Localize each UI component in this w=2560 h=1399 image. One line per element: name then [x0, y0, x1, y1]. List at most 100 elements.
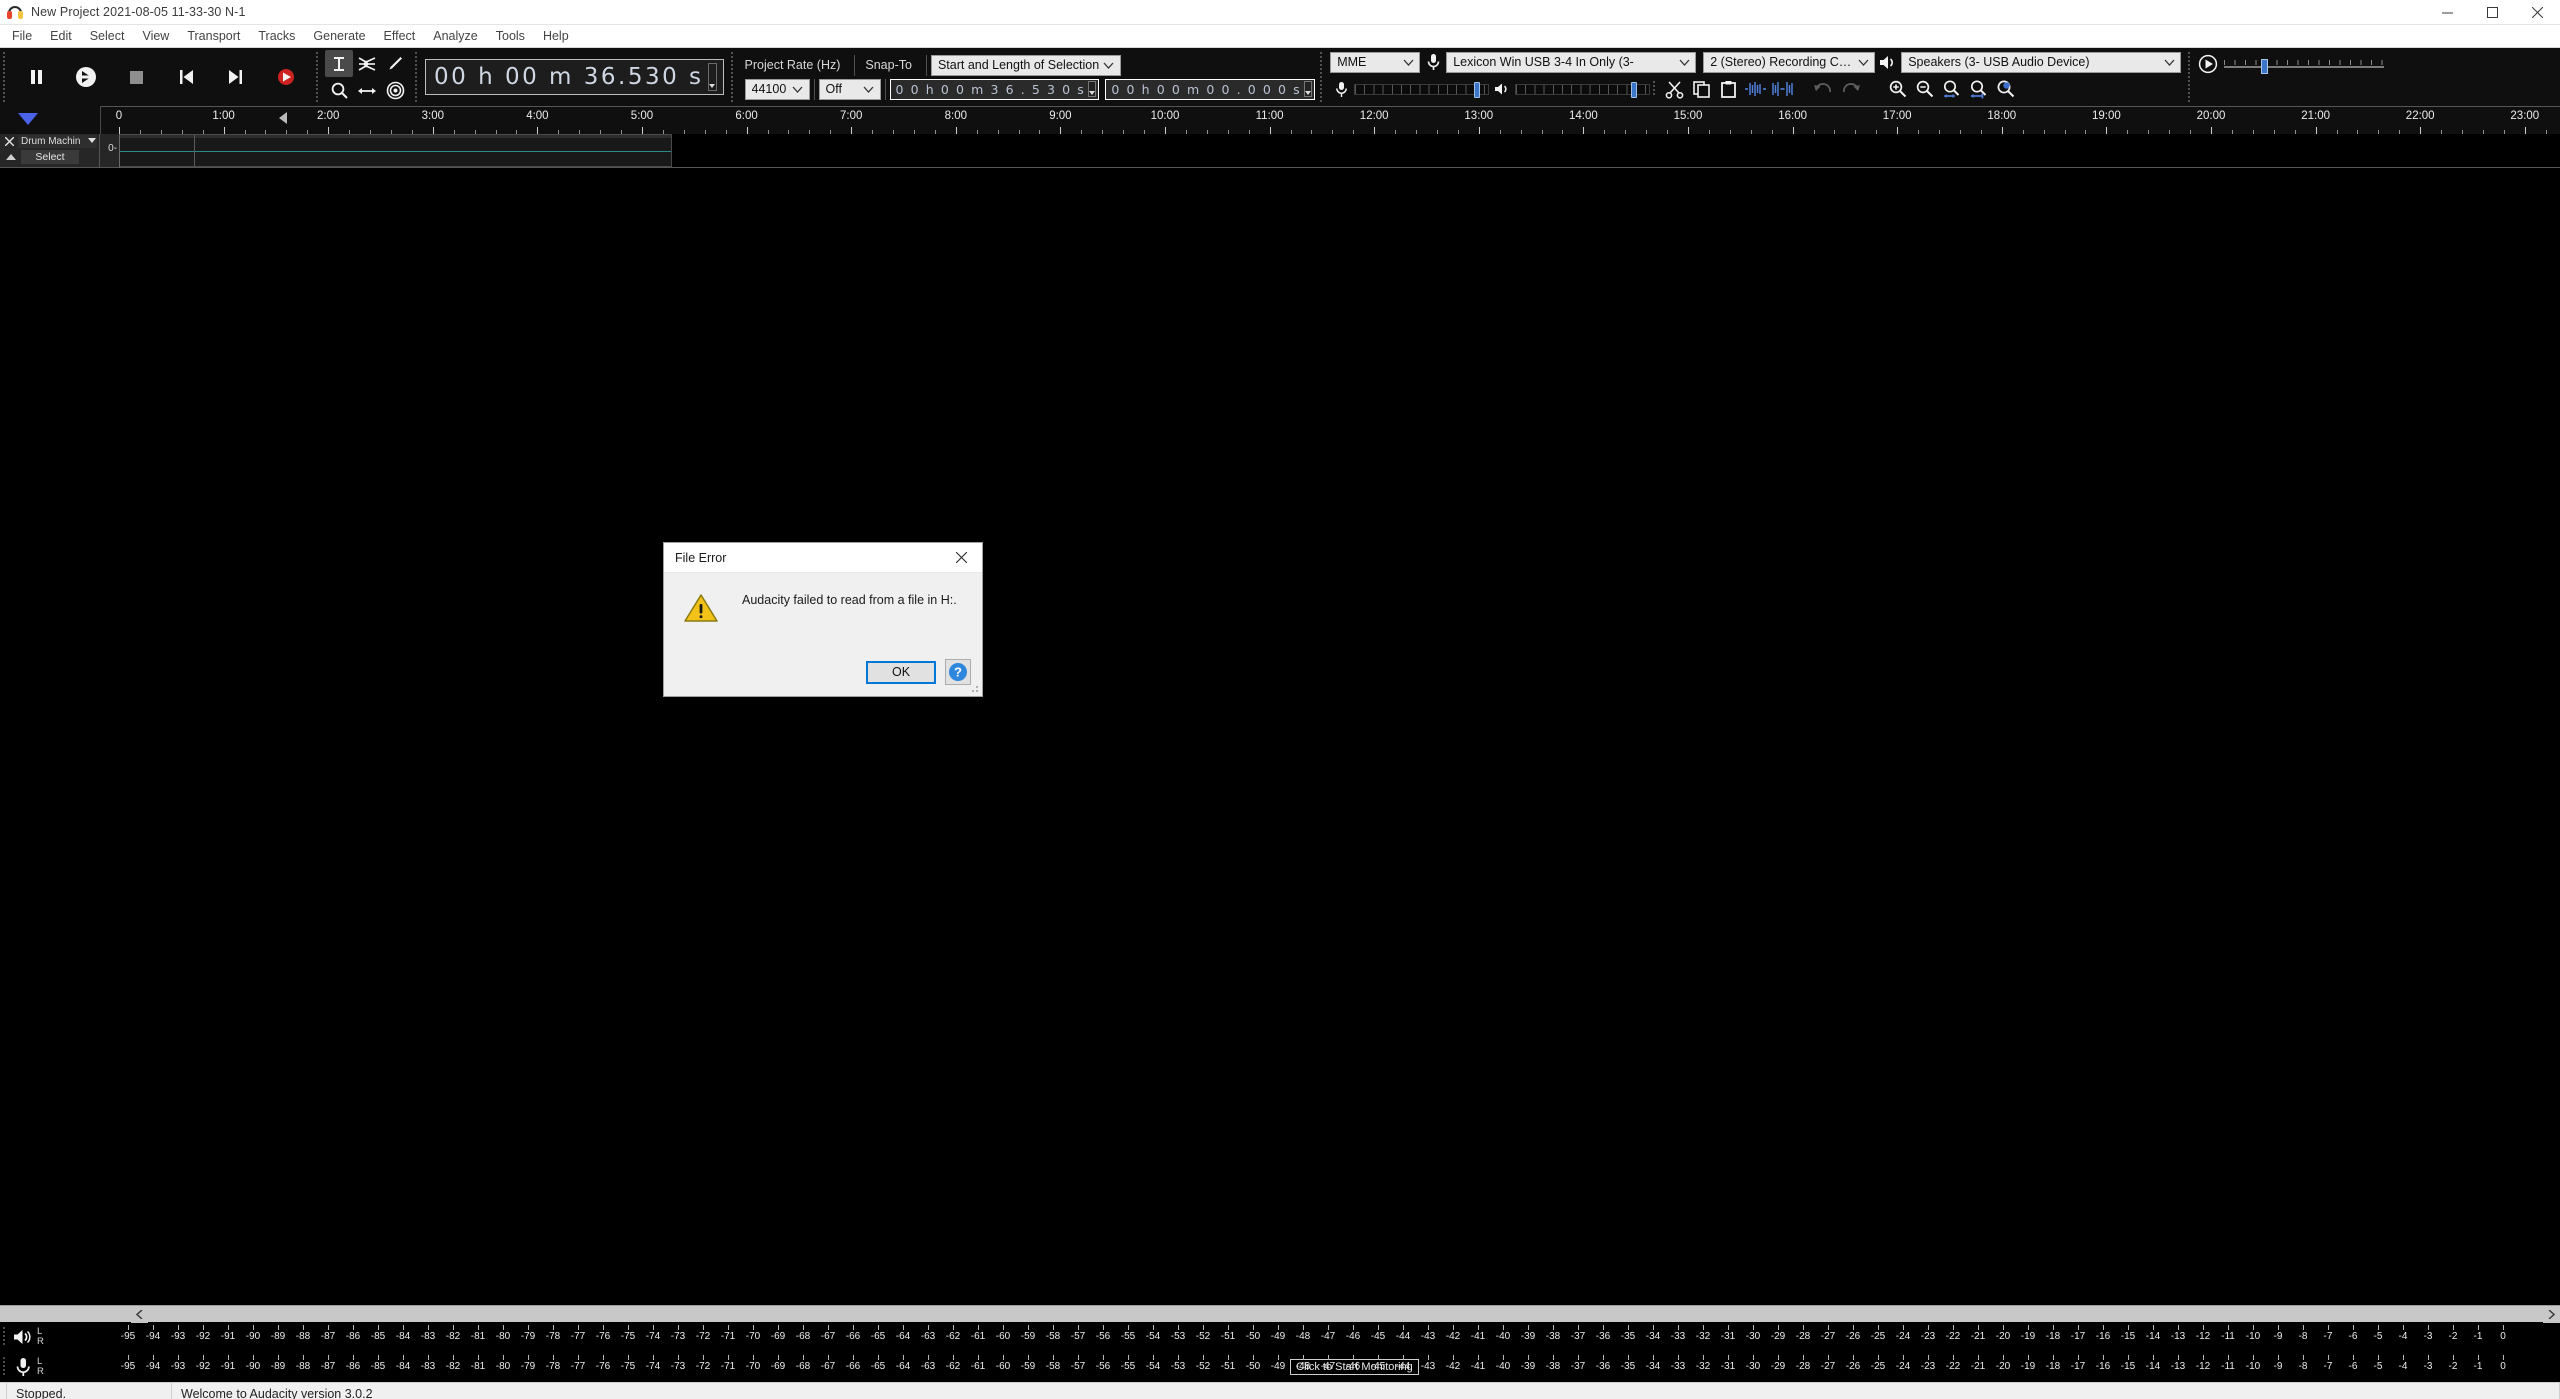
multi-tool[interactable]	[381, 77, 409, 104]
track-control-panel[interactable]: Drum Machin Select	[0, 134, 100, 168]
playback-meter-grip[interactable]	[0, 1322, 9, 1352]
recording-volume-slider[interactable]	[1354, 81, 1490, 98]
clip-header[interactable]	[120, 135, 671, 138]
redo-button[interactable]	[1837, 76, 1864, 103]
pause-button[interactable]	[11, 52, 61, 102]
time-shift-tool[interactable]	[353, 77, 381, 104]
stop-button[interactable]	[111, 52, 161, 102]
playback-volume-icon	[1489, 81, 1515, 97]
maximize-button[interactable]	[2470, 0, 2515, 25]
dialog-resize-grip[interactable]	[969, 683, 979, 693]
audio-clip[interactable]	[120, 134, 672, 167]
menu-effect[interactable]: Effect	[375, 26, 425, 47]
menu-help[interactable]: Help	[534, 26, 578, 47]
fit-project-button[interactable]	[1965, 76, 1992, 103]
pinned-play-head-icon[interactable]	[18, 113, 38, 125]
playback-meter-toolbar[interactable]: L R -95 -94 -93 -92 -91 -90 -89 -88 -87 -86 -85 -84…	[0, 1322, 2560, 1352]
menu-generate[interactable]: Generate	[304, 26, 374, 47]
selection-tool[interactable]	[325, 50, 353, 77]
zoom-out-button[interactable]	[1911, 76, 1938, 103]
menu-transport[interactable]: Transport	[178, 26, 249, 47]
menu-edit[interactable]: Edit	[41, 26, 81, 47]
trim-audio-button[interactable]	[1742, 76, 1769, 103]
play-at-speed-icon[interactable]	[2198, 54, 2218, 79]
audio-position-spinner[interactable]	[707, 63, 717, 91]
scrollbar-thumb[interactable]	[148, 1306, 2543, 1322]
menu-view[interactable]: View	[133, 26, 178, 47]
selection-length-field[interactable]: 0 0 h 0 0 m 0 0 . 0 0 0 s	[1105, 78, 1316, 100]
draw-tool[interactable]	[381, 50, 409, 77]
snap-to-select[interactable]: Off	[818, 78, 881, 100]
close-icon[interactable]	[3, 135, 16, 148]
menu-tracks[interactable]: Tracks	[249, 26, 304, 47]
meter-tick	[2478, 1355, 2479, 1360]
time-toolbar-grip[interactable]	[412, 48, 421, 106]
envelope-tool[interactable]	[353, 50, 381, 77]
cut-button[interactable]	[1661, 76, 1688, 103]
menu-file[interactable]: File	[3, 26, 41, 47]
zoom-toggle-button[interactable]	[1992, 76, 2019, 103]
audio-position-display[interactable]: 00 h 00 m 36.530 s	[425, 59, 724, 95]
meter-db-label: -60	[995, 1361, 1011, 1372]
collapse-icon[interactable]	[3, 150, 19, 163]
selection-start-spinner[interactable]	[1088, 81, 1097, 97]
meter-tick	[1203, 1355, 1204, 1360]
minimize-button[interactable]	[2425, 0, 2470, 25]
menu-analyze[interactable]: Analyze	[424, 26, 486, 47]
speed-slider-thumb[interactable]	[2261, 58, 2269, 74]
selection-mode-select[interactable]: Start and Length of Selection	[930, 54, 1121, 76]
ok-button[interactable]: OK	[866, 660, 936, 684]
project-rate-select[interactable]: 44100	[744, 78, 810, 100]
zoom-in-button[interactable]	[1884, 76, 1911, 103]
recording-channels-select[interactable]: 2 (Stereo) Recording Chann	[1703, 51, 1876, 73]
close-icon[interactable]	[940, 543, 982, 572]
meter-tick	[603, 1355, 604, 1360]
skip-to-start-button[interactable]	[161, 52, 211, 102]
scroll-right-button[interactable]	[2543, 1305, 2560, 1323]
recording-device-select[interactable]: Lexicon Win USB 3-4 In Only (3-	[1446, 51, 1697, 73]
paste-button[interactable]	[1715, 76, 1742, 103]
menu-select[interactable]: Select	[81, 26, 134, 47]
playback-speed-slider[interactable]	[2224, 58, 2385, 76]
recording-meter-grip[interactable]	[0, 1352, 9, 1382]
menu-tools[interactable]: Tools	[487, 26, 534, 47]
selection-length-spinner[interactable]	[1304, 81, 1313, 97]
help-button[interactable]: ?	[945, 659, 971, 685]
undo-button[interactable]	[1810, 76, 1837, 103]
slider-thumb[interactable]	[1474, 81, 1481, 98]
track-select-button[interactable]: Select	[21, 150, 79, 164]
selection-start-field[interactable]: 0 0 h 0 0 m 3 6 . 5 3 0 s	[889, 78, 1100, 100]
track-name-dropdown[interactable]: Drum Machin	[18, 135, 97, 148]
ruler-label: 17:00	[1882, 110, 1912, 122]
meter-db-label: 0	[2500, 1331, 2506, 1342]
track-waveform[interactable]	[120, 134, 2560, 168]
meter-db-label: -73	[670, 1361, 686, 1372]
record-button[interactable]	[261, 52, 311, 102]
device-toolbar-grip[interactable]	[1317, 48, 1327, 106]
meter-tick	[703, 1355, 704, 1360]
play-at-speed-toolbar-grip[interactable]	[2185, 48, 2195, 106]
recording-meter-toolbar[interactable]: L R Click to Start Monitoring -95 -94 -93-…	[0, 1352, 2560, 1382]
silence-audio-button[interactable]	[1769, 76, 1796, 103]
playback-device-select[interactable]: Speakers (3- USB Audio Device)	[1901, 51, 2182, 73]
zoom-tool[interactable]	[325, 77, 353, 104]
fit-selection-button[interactable]	[1938, 76, 1965, 103]
playback-volume-slider[interactable]	[1515, 81, 1651, 98]
skip-to-end-button[interactable]	[211, 52, 261, 102]
copy-button[interactable]	[1688, 76, 1715, 103]
close-button[interactable]	[2515, 0, 2560, 25]
recording-db-scale[interactable]: Click to Start Monitoring -95 -94 -93 -92 -9…	[50, 1352, 2560, 1382]
slider-thumb[interactable]	[1631, 81, 1638, 98]
transport-toolbar-grip[interactable]	[0, 48, 9, 106]
audio-host-select[interactable]: MME	[1330, 51, 1421, 73]
edit-toolbar-grip[interactable]	[1650, 77, 1660, 101]
meter-tick	[778, 1325, 779, 1330]
timeline-ruler[interactable]: 0 1:00 2:00 3:00 4:00 5:00 6:00 7:00 8:00 9:00 10:…	[100, 106, 2560, 134]
scroll-left-button[interactable]	[131, 1305, 148, 1323]
file-error-dialog[interactable]: File Error Audacity failed to read from …	[663, 542, 983, 697]
horizontal-scrollbar[interactable]	[0, 1305, 2560, 1323]
tools-toolbar-grip[interactable]	[313, 48, 322, 106]
selection-toolbar-grip[interactable]	[727, 48, 737, 106]
play-button[interactable]	[61, 52, 111, 102]
vertical-ruler-label: 0-	[108, 143, 117, 154]
